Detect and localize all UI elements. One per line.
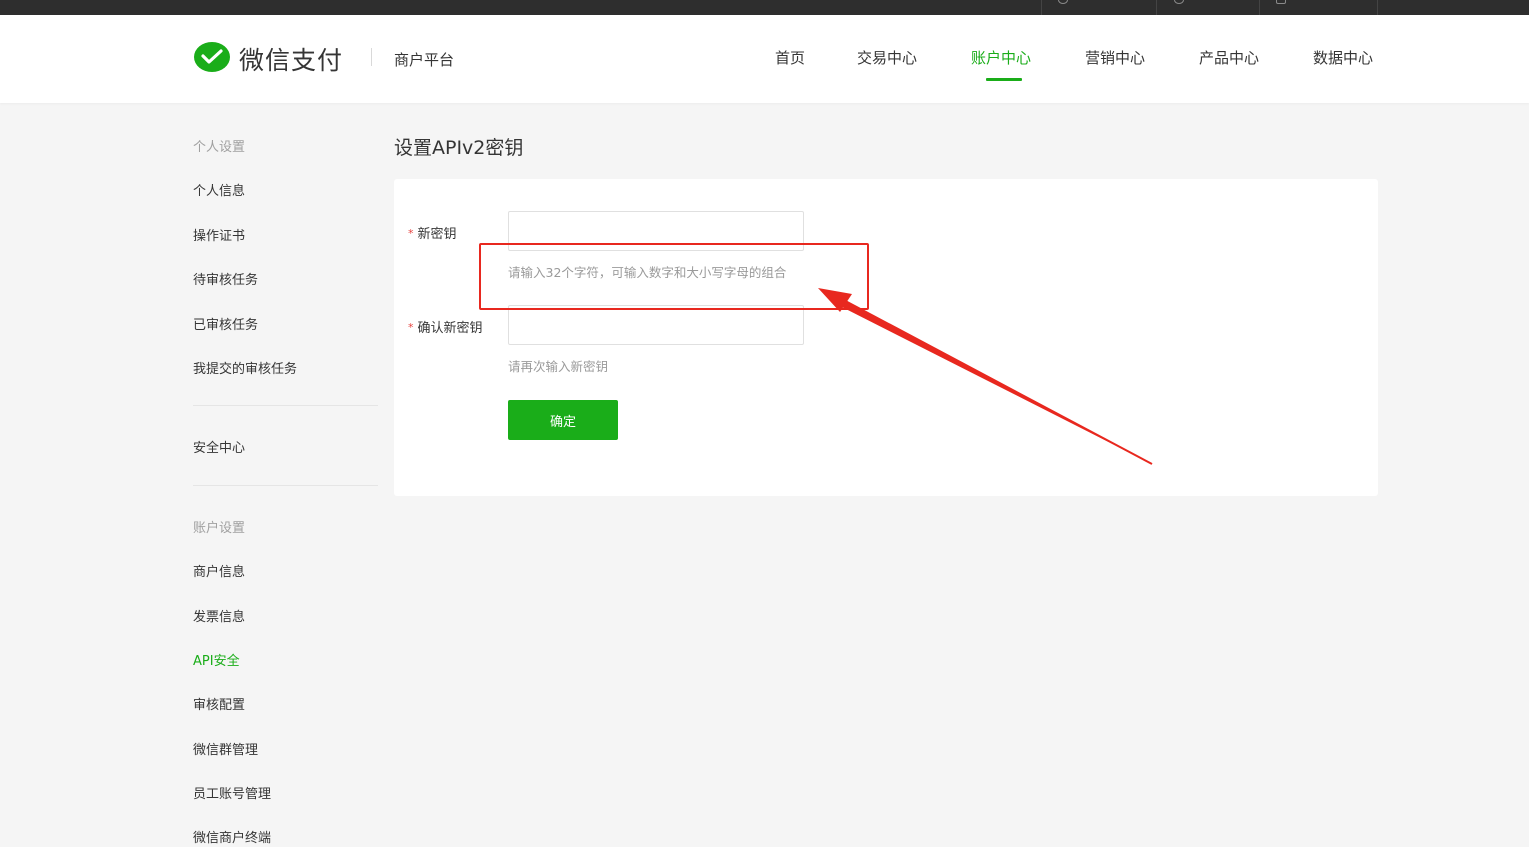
main-nav: 首页 交易中心 账户中心 营销中心 产品中心 数据中心 <box>0 47 1529 97</box>
topbar-divider <box>1377 0 1378 15</box>
sidebar-item-merchant-info[interactable]: 商户信息 <box>193 561 245 580</box>
nav-product-center[interactable]: 产品中心 <box>1199 47 1259 68</box>
sidebar-item-wechat-group[interactable]: 微信群管理 <box>193 739 258 758</box>
nav-home[interactable]: 首页 <box>775 47 805 68</box>
confirm-key-label-text: 确认新密钥 <box>417 321 483 336</box>
nav-data-center[interactable]: 数据中心 <box>1313 47 1373 68</box>
sidebar-item-api-security[interactable]: API安全 <box>193 650 240 669</box>
confirm-key-label: * 确认新密钥 <box>408 317 483 336</box>
nav-marketing-center[interactable]: 营销中心 <box>1085 47 1145 68</box>
notification-icon[interactable] <box>1174 0 1184 4</box>
sidebar-divider <box>193 405 378 406</box>
confirm-key-input[interactable] <box>508 305 804 345</box>
header: 微信支付 商户平台 首页 交易中心 账户中心 营销中心 产品中心 数据中心 <box>0 15 1529 103</box>
sidebar-item-staff-accounts[interactable]: 员工账号管理 <box>193 783 271 802</box>
new-key-label: * 新密钥 <box>408 223 457 242</box>
topbar-divider <box>1156 0 1157 15</box>
nav-transaction-center[interactable]: 交易中心 <box>857 47 917 68</box>
sidebar-item-reviewed[interactable]: 已审核任务 <box>193 314 258 333</box>
sidebar-section-account: 账户设置 <box>193 521 246 536</box>
user-icon[interactable] <box>1276 0 1286 4</box>
api-key-form-card: * 新密钥 请输入32个字符，可输入数字和大小写字母的组合 * 确认新密钥 请再次输… <box>394 179 1378 496</box>
nav-account-center[interactable]: 账户中心 <box>971 47 1031 68</box>
sidebar-item-my-submitted[interactable]: 我提交的审核任务 <box>193 358 297 377</box>
confirm-button[interactable]: 确定 <box>508 400 618 440</box>
new-key-label-text: 新密钥 <box>417 227 457 242</box>
sidebar-section-personal: 个人设置 <box>193 140 246 155</box>
help-icon[interactable] <box>1058 0 1068 4</box>
nav-active-indicator <box>986 78 1022 81</box>
top-system-bar <box>0 0 1529 15</box>
topbar-divider <box>1041 0 1042 15</box>
sidebar-item-pending-review[interactable]: 待审核任务 <box>193 269 258 288</box>
sidebar-item-operation-cert[interactable]: 操作证书 <box>193 225 245 244</box>
new-key-input[interactable] <box>508 211 804 251</box>
sidebar-item-personal-info[interactable]: 个人信息 <box>193 180 245 199</box>
sidebar-item-merchant-terminal[interactable]: 微信商户终端 <box>193 827 271 846</box>
sidebar-item-invoice-info[interactable]: 发票信息 <box>193 606 245 625</box>
required-mark: * <box>408 227 414 240</box>
sidebar-divider <box>193 485 378 486</box>
sidebar-item-review-config[interactable]: 审核配置 <box>193 694 245 713</box>
confirm-key-hint: 请再次输入新密钥 <box>508 359 609 374</box>
page-title: 设置APIv2密钥 <box>394 137 524 159</box>
topbar-divider <box>1259 0 1260 15</box>
sidebar-item-security-center[interactable]: 安全中心 <box>193 437 245 456</box>
new-key-hint: 请输入32个字符，可输入数字和大小写字母的组合 <box>508 265 787 280</box>
required-mark: * <box>408 321 414 334</box>
